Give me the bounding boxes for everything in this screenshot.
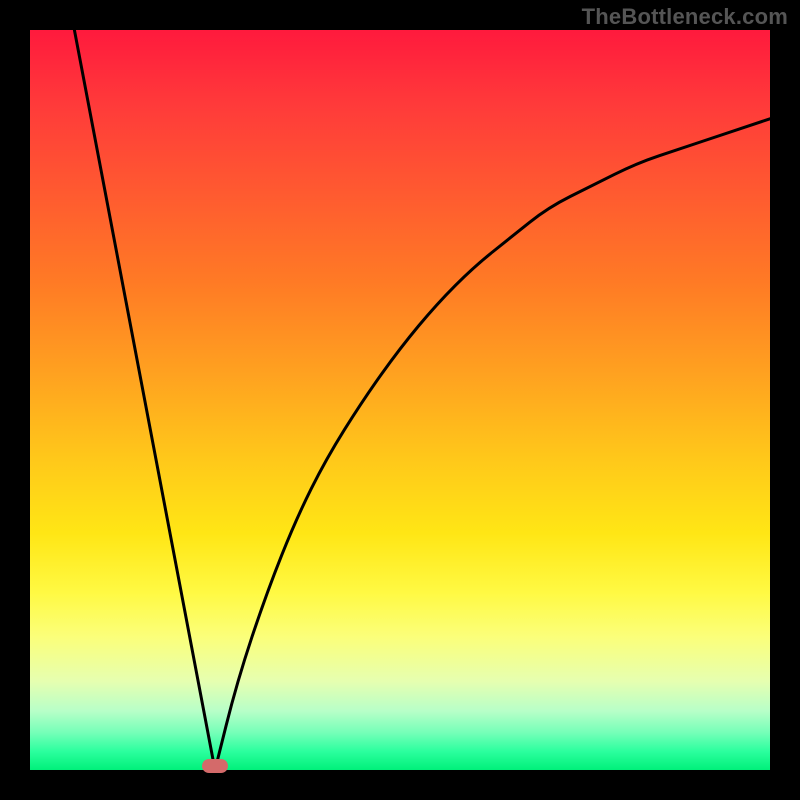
attribution-label: TheBottleneck.com	[582, 4, 788, 30]
chart-frame: TheBottleneck.com	[0, 0, 800, 800]
right-rising-curve	[215, 119, 770, 770]
minimum-marker	[202, 759, 228, 773]
left-descending-line	[74, 30, 215, 770]
curve-layer	[30, 30, 770, 770]
plot-area	[30, 30, 770, 770]
